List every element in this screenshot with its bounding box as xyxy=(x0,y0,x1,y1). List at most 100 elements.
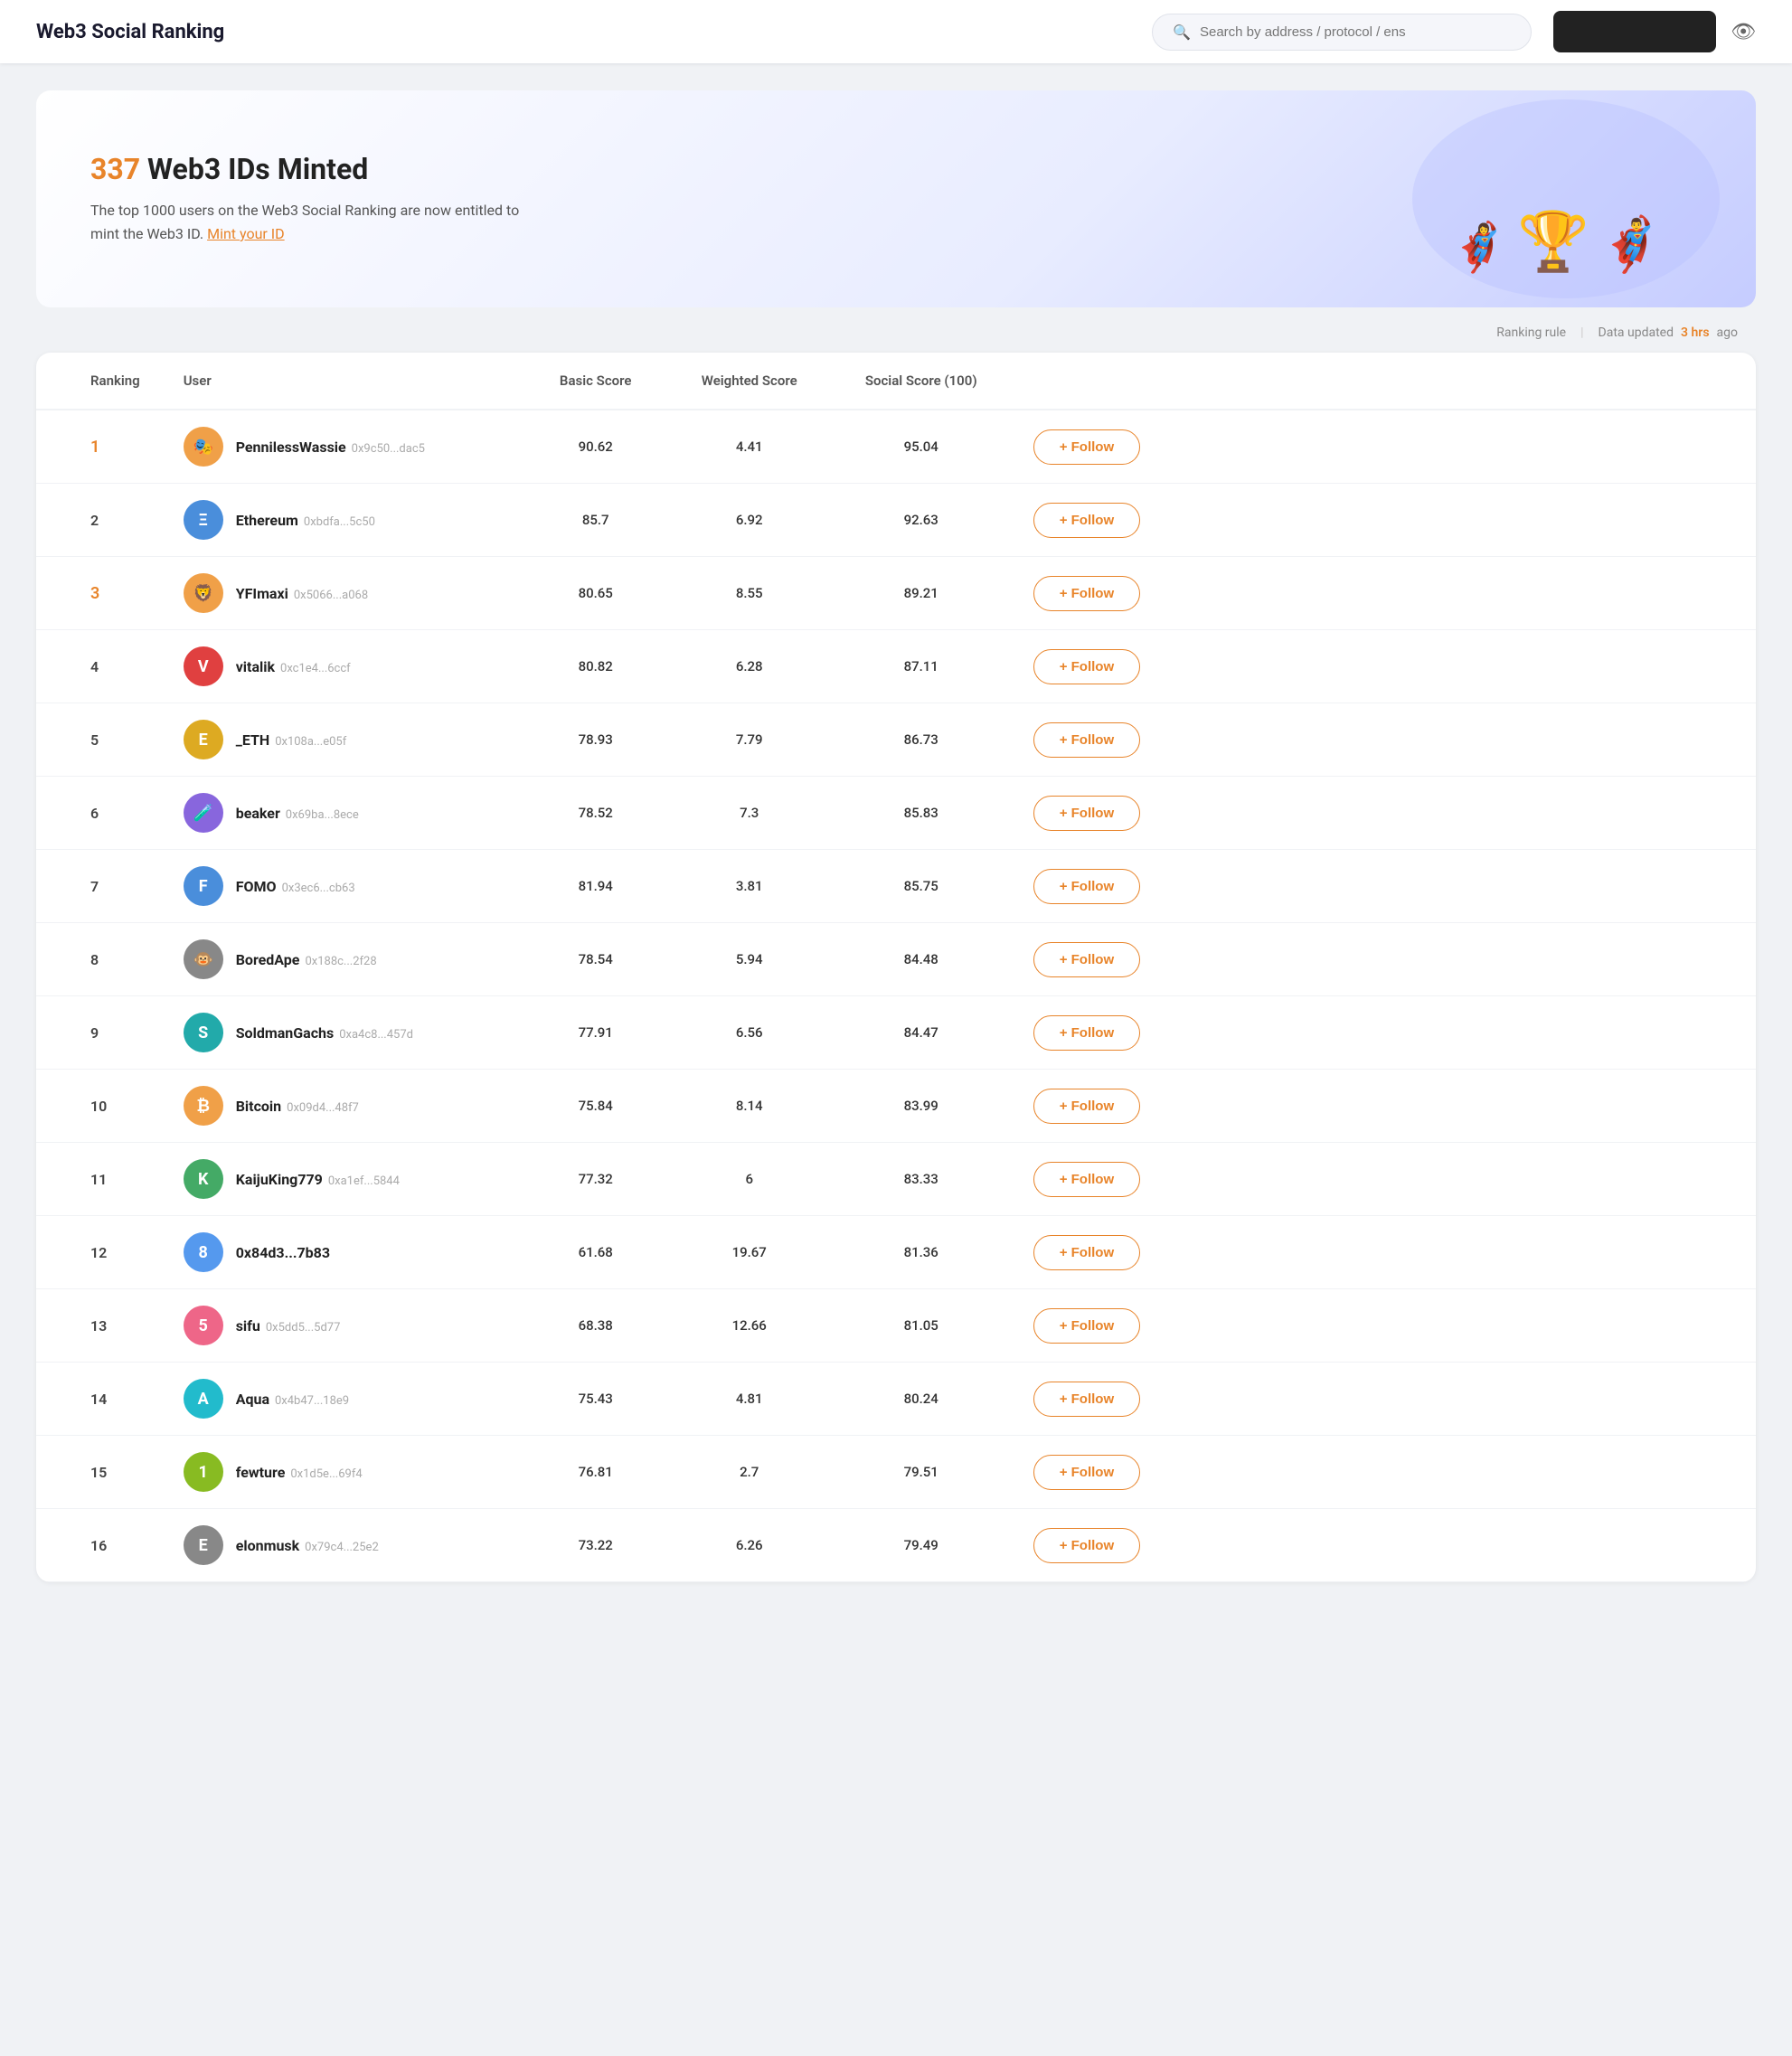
rank-cell: 11 xyxy=(36,1143,162,1216)
table-row: 5E_ETH0x108a...e05f78.937.7986.73+ Follo… xyxy=(36,703,1756,777)
user-address: 0xbdfa...5c50 xyxy=(304,515,375,529)
rank-cell: 5 xyxy=(36,703,162,777)
social-score-cell: 87.11 xyxy=(831,630,1012,703)
user-cell: Eelonmusk0x79c4...25e2 xyxy=(162,1509,523,1582)
follow-button[interactable]: + Follow xyxy=(1033,1308,1140,1344)
follow-button[interactable]: + Follow xyxy=(1033,429,1140,465)
social-score-cell: 85.83 xyxy=(831,777,1012,850)
social-score-cell: 79.51 xyxy=(831,1436,1012,1509)
ranking-table: Ranking User Basic Score Weighted Score … xyxy=(36,353,1756,1582)
search-bar[interactable]: 🔍 xyxy=(1152,14,1532,51)
user-name[interactable]: elonmusk0x79c4...25e2 xyxy=(236,1537,379,1554)
action-cell: + Follow xyxy=(1012,410,1756,484)
rank-cell: 4 xyxy=(36,630,162,703)
user-name[interactable]: Ethereum0xbdfa...5c50 xyxy=(236,512,375,529)
user-name[interactable]: KaijuKing7790xa1ef...5844 xyxy=(236,1171,400,1188)
user-cell: ₿Bitcoin0x09d4...48f7 xyxy=(162,1070,523,1143)
user-address: 0x69ba...8ece xyxy=(286,808,359,822)
follow-button[interactable]: + Follow xyxy=(1033,1528,1140,1563)
col-header-user: User xyxy=(162,353,523,410)
mint-link[interactable]: Mint your ID xyxy=(207,225,285,242)
user-name[interactable]: SoldmanGachs0xa4c8...457d xyxy=(236,1024,413,1042)
follow-button[interactable]: + Follow xyxy=(1033,649,1140,684)
ranking-rule-label[interactable]: Ranking rule xyxy=(1496,325,1566,340)
rank-cell: 14 xyxy=(36,1363,162,1436)
col-header-action xyxy=(1012,353,1756,410)
action-cell: + Follow xyxy=(1012,557,1756,630)
follow-button[interactable]: + Follow xyxy=(1033,1089,1140,1124)
rank-cell: 10 xyxy=(36,1070,162,1143)
follow-button[interactable]: + Follow xyxy=(1033,503,1140,538)
user-name[interactable]: 0x84d3...7b83 xyxy=(236,1244,330,1261)
user-name[interactable]: fewture0x1d5e...69f4 xyxy=(236,1464,363,1481)
user-cell: A Aqua0x4b47...18e9 xyxy=(162,1363,523,1436)
col-header-basic: Basic Score xyxy=(523,353,668,410)
rank-cell: 2 xyxy=(36,484,162,557)
action-cell: + Follow xyxy=(1012,996,1756,1070)
ago-label: ago xyxy=(1717,325,1738,340)
user-name[interactable]: PennilessWassie0x9c50...dac5 xyxy=(236,439,425,456)
follow-button[interactable]: + Follow xyxy=(1033,796,1140,831)
search-input[interactable] xyxy=(1200,24,1511,40)
user-name[interactable]: YFImaxi0x5066...a068 xyxy=(236,585,368,602)
social-score-cell: 86.73 xyxy=(831,703,1012,777)
user-name[interactable]: Bitcoin0x09d4...48f7 xyxy=(236,1098,359,1115)
social-score-cell: 83.33 xyxy=(831,1143,1012,1216)
follow-button[interactable]: + Follow xyxy=(1033,869,1140,904)
user-cell: F FOMO0x3ec6...cb63 xyxy=(162,850,523,923)
weighted-score-cell: 19.67 xyxy=(668,1216,831,1289)
follow-button[interactable]: + Follow xyxy=(1033,1382,1140,1417)
basic-score-cell: 77.32 xyxy=(523,1143,668,1216)
user-name[interactable]: beaker0x69ba...8ece xyxy=(236,805,359,822)
rank-cell: 1 xyxy=(36,410,162,484)
weighted-score-cell: 6 xyxy=(668,1143,831,1216)
col-header-weighted: Weighted Score xyxy=(668,353,831,410)
user-cell: E_ETH0x108a...e05f xyxy=(162,703,523,777)
ranking-table-container: Ranking User Basic Score Weighted Score … xyxy=(36,353,1756,1582)
user-name[interactable]: FOMO0x3ec6...cb63 xyxy=(236,878,355,895)
follow-button[interactable]: + Follow xyxy=(1033,1015,1140,1051)
user-address: 0x5dd5...5d77 xyxy=(266,1321,341,1335)
user-name[interactable]: Aqua0x4b47...18e9 xyxy=(236,1391,349,1408)
social-score-cell: 84.47 xyxy=(831,996,1012,1070)
social-score-cell: 92.63 xyxy=(831,484,1012,557)
weighted-score-cell: 7.3 xyxy=(668,777,831,850)
eye-icon[interactable]: 👁 xyxy=(1731,21,1756,43)
action-cell: + Follow xyxy=(1012,703,1756,777)
user-name[interactable]: sifu0x5dd5...5d77 xyxy=(236,1317,341,1335)
follow-button[interactable]: + Follow xyxy=(1033,576,1140,611)
basic-score-cell: 61.68 xyxy=(523,1216,668,1289)
weighted-score-cell: 4.41 xyxy=(668,410,831,484)
avatar: V xyxy=(184,646,223,686)
user-name[interactable]: _ETH0x108a...e05f xyxy=(236,731,347,749)
follow-button[interactable]: + Follow xyxy=(1033,1162,1140,1197)
wallet-button[interactable] xyxy=(1553,11,1716,52)
action-cell: + Follow xyxy=(1012,777,1756,850)
user-cell: 🦁YFImaxi0x5066...a068 xyxy=(162,557,523,630)
follow-button[interactable]: + Follow xyxy=(1033,942,1140,977)
table-row: 9SSoldmanGachs0xa4c8...457d77.916.5684.4… xyxy=(36,996,1756,1070)
user-address: 0xc1e4...6ccf xyxy=(280,662,351,675)
avatar: F xyxy=(184,866,223,906)
follow-button[interactable]: + Follow xyxy=(1033,1455,1140,1490)
user-name[interactable]: BoredApe0x188c...2f28 xyxy=(236,951,377,968)
follow-button[interactable]: + Follow xyxy=(1033,722,1140,758)
header-right: 👁 xyxy=(1553,11,1756,52)
avatar: S xyxy=(184,1013,223,1052)
avatar: 1 xyxy=(184,1452,223,1492)
avatar: A xyxy=(184,1379,223,1419)
weighted-score-cell: 8.55 xyxy=(668,557,831,630)
user-name[interactable]: vitalik0xc1e4...6ccf xyxy=(236,658,351,675)
table-row: 16Eelonmusk0x79c4...25e273.226.2679.49+ … xyxy=(36,1509,1756,1582)
basic-score-cell: 81.94 xyxy=(523,850,668,923)
basic-score-cell: 78.52 xyxy=(523,777,668,850)
social-score-cell: 79.49 xyxy=(831,1509,1012,1582)
col-header-social: Social Score (100) xyxy=(831,353,1012,410)
table-row: 4Vvitalik0xc1e4...6ccf80.826.2887.11+ Fo… xyxy=(36,630,1756,703)
search-icon: 🔍 xyxy=(1173,24,1191,41)
table-row: 2ΞEthereum0xbdfa...5c5085.76.9292.63+ Fo… xyxy=(36,484,1756,557)
basic-score-cell: 68.38 xyxy=(523,1289,668,1363)
user-cell: S SoldmanGachs0xa4c8...457d xyxy=(162,996,523,1070)
user-address: 0x09d4...48f7 xyxy=(287,1101,359,1115)
follow-button[interactable]: + Follow xyxy=(1033,1235,1140,1270)
